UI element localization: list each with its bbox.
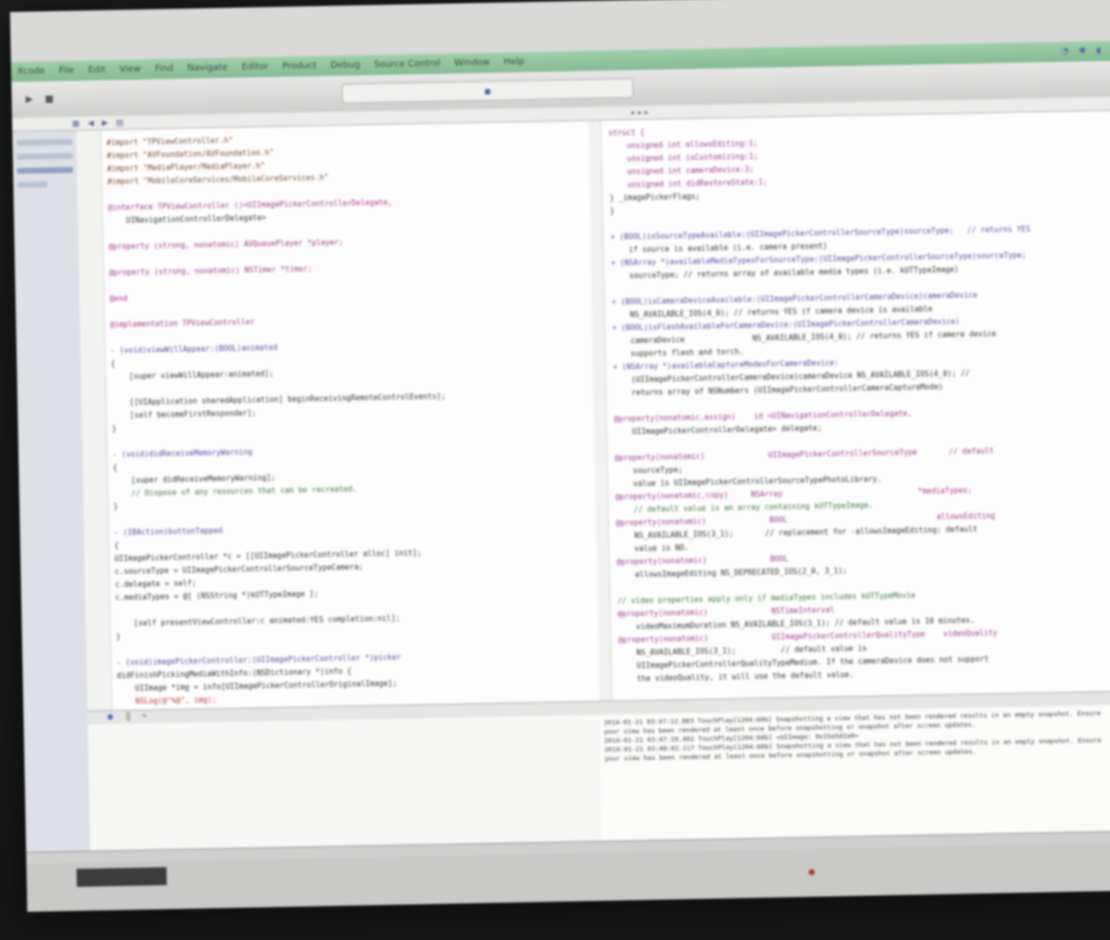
bluetooth-icon[interactable]: ✱ <box>1079 46 1087 56</box>
menu-item-window[interactable]: Window <box>454 58 490 69</box>
monitor-screen: Xcode File Edit View Find Navigate Editor Produ… <box>10 0 1110 912</box>
code-lines: #import "TPViewController.h" #import "AVF… <box>106 127 600 721</box>
navigator-item-selected[interactable] <box>16 166 74 174</box>
window-thumbnail[interactable] <box>76 867 167 887</box>
status-icons: ◔ ✱ ◖ <box>1061 46 1101 57</box>
debug-console: 2014-01-21 03:47:12.883 TouchPlay[1204:6… <box>599 704 1110 841</box>
pause-icon[interactable]: ‖ <box>125 712 131 722</box>
activity-view: ◼ <box>341 78 634 104</box>
navigator-item[interactable] <box>17 181 48 188</box>
breakpoint-icon[interactable]: ● <box>107 712 113 722</box>
navigator-item[interactable] <box>16 152 73 160</box>
wifi-icon[interactable]: ◔ <box>1061 47 1069 57</box>
menu-item-help[interactable]: Help <box>504 57 525 67</box>
menu-item-xcode[interactable]: Xcode <box>17 66 45 77</box>
menu-item-find[interactable]: Find <box>155 64 174 74</box>
play-icon[interactable]: ▶ <box>26 92 34 106</box>
activity-icon: ◼ <box>484 86 491 96</box>
volume-icon[interactable]: ◖ <box>1096 46 1101 56</box>
grid-icon[interactable]: ▦ <box>72 119 80 128</box>
code-lines: struct { unsigned int allowsEditing:1; u… <box>608 116 1110 711</box>
notification-icon: ● <box>808 866 815 878</box>
menu-item-edit[interactable]: Edit <box>88 65 106 75</box>
forward-icon[interactable]: ▶ <box>102 118 108 127</box>
menu-item-file[interactable]: File <box>59 66 74 76</box>
menu-item-navigate[interactable]: Navigate <box>187 63 228 74</box>
back-icon[interactable]: ◀ <box>88 118 94 127</box>
menu-item-debug[interactable]: Debug <box>330 60 360 71</box>
assistant-jump-icon[interactable]: ▸ ▸ ▸ <box>631 108 648 117</box>
menu-item-view[interactable]: View <box>119 64 141 74</box>
file-icon[interactable]: ▤ <box>116 118 124 127</box>
menu-item-source-control[interactable]: Source Control <box>374 59 440 70</box>
menu-item-editor[interactable]: Editor <box>242 62 269 73</box>
menu-item-product[interactable]: Product <box>282 61 316 72</box>
variables-view <box>87 714 604 851</box>
source-editor-header[interactable]: struct { unsigned int allowsEditing:1; u… <box>588 110 1110 711</box>
source-editor-implementation[interactable]: #import "TPViewController.h" #import "AVF… <box>76 120 601 721</box>
navigator-item[interactable] <box>16 138 73 146</box>
stop-icon[interactable]: ■ <box>46 91 54 105</box>
step-over-icon[interactable]: ↷ <box>141 712 147 722</box>
